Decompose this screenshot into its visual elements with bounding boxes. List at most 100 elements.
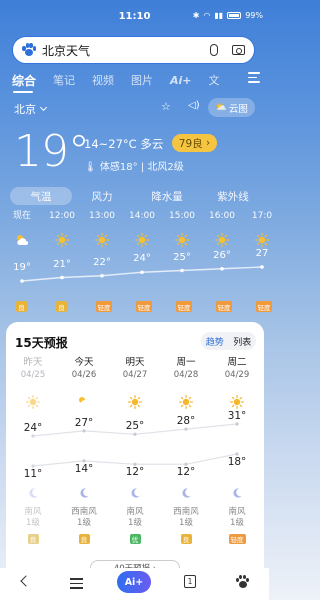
day-column[interactable]: 周一 04/28 xyxy=(161,356,211,381)
sun-icon xyxy=(25,394,40,409)
sun-icon xyxy=(54,232,69,247)
partly-cloudy-icon xyxy=(77,394,91,408)
metric-tab-precipitation[interactable]: 降水量 xyxy=(132,187,202,205)
hour-column: 12:00 xyxy=(44,210,80,247)
wind-direction: 南风 xyxy=(126,507,144,517)
ai-button[interactable]: Ai+ xyxy=(117,571,151,593)
active-tab-indicator xyxy=(13,91,33,93)
forecast-card: 15天预报 趋势 列表 昨天 04/25 24° 11° 南风 1级良今天 04/26 27°… xyxy=(6,322,264,578)
status-icons: ✱ ◠ ▮▮ 99% xyxy=(193,11,263,20)
day-aqi-chip: 良 xyxy=(180,534,192,544)
day-column[interactable]: 昨天 04/25 xyxy=(8,356,58,381)
hour-aqi-chip: 良 xyxy=(56,301,67,312)
hour-aqi-chip: 轻度 xyxy=(216,301,232,312)
metric-tab-wind[interactable]: 风力 xyxy=(72,187,132,205)
wind-direction: 西南风 xyxy=(173,507,199,517)
tabs-menu-icon[interactable] xyxy=(248,72,260,83)
metric-tab-uv[interactable]: 紫外线 xyxy=(202,187,264,205)
wind-level: 1级 xyxy=(179,518,193,528)
hour-time: 17:0 xyxy=(251,211,273,221)
day-aqi-chip: 良 xyxy=(78,534,90,544)
day-high-temp: 24° xyxy=(23,422,43,434)
high-temp-line-point xyxy=(82,429,86,433)
chevron-down-icon xyxy=(39,103,48,112)
wind-level: 1级 xyxy=(77,518,91,528)
moon-icon xyxy=(78,484,90,498)
hour-aqi-chip: 轻度 xyxy=(136,301,152,312)
day-low-temp: 18° xyxy=(227,456,247,468)
day-date: 04/28 xyxy=(173,370,199,380)
pages-button[interactable]: 1 xyxy=(184,575,196,588)
day-date: 04/26 xyxy=(71,370,97,380)
hour-column: 15:00 xyxy=(164,210,200,247)
high-temp-line-point xyxy=(31,434,35,438)
hour-column: 14:00 xyxy=(124,210,160,247)
day-high-temp: 27° xyxy=(74,416,94,429)
bluetooth-icon: ✱ xyxy=(192,11,200,20)
hour-temperature: 24° xyxy=(133,253,151,265)
metric-tab-temperature[interactable]: 气温 xyxy=(10,187,72,205)
city-selector[interactable]: 北京 xyxy=(14,101,48,117)
hour-temperature: 21° xyxy=(53,258,71,270)
status-bar: 11:10 ✱ ◠ ▮▮ 99% xyxy=(0,0,269,30)
star-icon[interactable]: ☆ xyxy=(161,100,171,113)
metric-tabs: 气温 风力 降水量 紫外线 xyxy=(10,187,269,205)
day-column[interactable]: 今天 04/26 xyxy=(59,356,109,381)
speaker-icon[interactable]: ◁) xyxy=(188,100,200,111)
wind-level: 1级 xyxy=(26,518,40,528)
day-aqi-chip: 轻度 xyxy=(228,534,246,544)
sun-icon xyxy=(254,232,269,247)
microphone-icon[interactable] xyxy=(210,44,218,56)
high-temp-line-point xyxy=(184,427,188,431)
tab-wenku[interactable]: 文 xyxy=(209,72,220,88)
aqi-badge[interactable]: 79良 › xyxy=(172,134,217,152)
hour-column: 16:00 xyxy=(204,210,240,247)
hour-temperature: 22° xyxy=(93,256,111,268)
baidu-paw-icon xyxy=(22,43,36,57)
camera-icon[interactable] xyxy=(232,45,245,55)
day-aqi-chip: 优 xyxy=(129,534,141,544)
search-bar[interactable]: 北京天气 xyxy=(12,36,255,64)
hour-time: 12:00 xyxy=(49,211,75,221)
search-input[interactable]: 北京天气 xyxy=(42,42,210,59)
home-paw-icon[interactable] xyxy=(236,575,249,588)
hour-aqi-chip: 良 xyxy=(16,301,27,312)
wind-level: 1级 xyxy=(230,518,244,528)
day-column[interactable]: 明天 04/27 xyxy=(110,356,160,381)
wind-direction: 西南风 xyxy=(71,507,97,517)
thermometer-icon: 🌡 xyxy=(84,162,97,173)
signal-icon: ▮▮ xyxy=(214,11,224,20)
menu-icon[interactable] xyxy=(70,578,83,589)
day-name: 今天 xyxy=(74,357,94,368)
day-column[interactable]: 周二 04/29 xyxy=(212,356,262,381)
current-temperature: 19° xyxy=(14,126,90,177)
day-wind: 南风 1级 xyxy=(110,507,160,529)
hour-temperature: 25° xyxy=(173,251,191,263)
hour-temperature: 26° xyxy=(213,249,231,261)
tab-images[interactable]: 图片 xyxy=(131,72,153,88)
wind-direction: 南风 xyxy=(228,507,246,517)
hour-temperature: 19° xyxy=(13,262,31,273)
hour-time: 15:00 xyxy=(169,211,195,221)
day-high-temp: 25° xyxy=(125,420,145,433)
tab-video[interactable]: 视频 xyxy=(92,72,114,88)
day-name: 周一 xyxy=(176,357,196,368)
cloud-map-button[interactable]: ⛅ 云图 xyxy=(208,98,255,117)
moon-icon xyxy=(129,484,141,498)
hourly-forecast: 现在 19° 良 12:00 21° 良 13:00 22° 轻度 14:00 24° 轻度 15:00… xyxy=(0,210,272,320)
partly-cloudy-icon xyxy=(15,232,29,246)
cloud-map-icon: ⛅ xyxy=(215,102,227,113)
tab-ai[interactable]: Ai+ xyxy=(170,74,192,87)
tab-notes[interactable]: 笔记 xyxy=(53,72,75,88)
day-low-temp: 14° xyxy=(74,462,94,475)
wifi-icon: ◠ xyxy=(203,11,211,20)
back-icon[interactable] xyxy=(20,575,32,587)
aqi-value: 79良 xyxy=(178,137,203,150)
tab-comprehensive[interactable]: 综合 xyxy=(12,72,36,89)
hour-time: 14:00 xyxy=(129,211,155,221)
battery-icon xyxy=(227,12,242,19)
hour-time: 16:00 xyxy=(209,211,235,221)
feels-like: 🌡 体感18° | 北风2级 xyxy=(84,158,184,173)
sun-icon xyxy=(174,232,189,247)
day-low-temp: 11° xyxy=(23,468,43,480)
